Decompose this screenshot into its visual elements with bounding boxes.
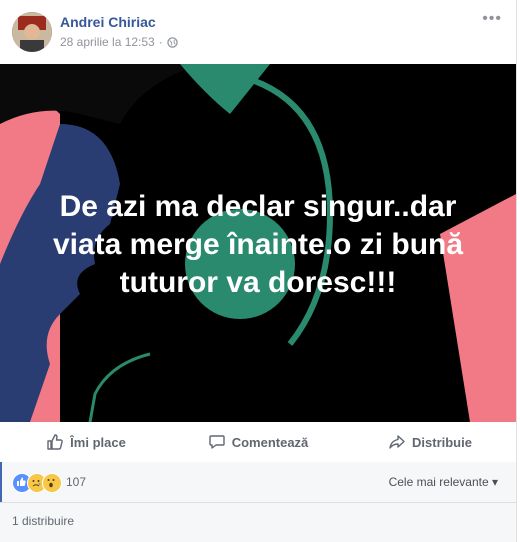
meta-separator: · [158, 35, 163, 49]
share-count[interactable]: 1 distribuire [12, 514, 74, 528]
comment-icon [209, 435, 225, 449]
post-date[interactable]: 28 aprilie la 12:53 [60, 35, 155, 49]
wow-icon [42, 473, 62, 493]
like-label: Îmi place [70, 434, 126, 450]
share-icon [389, 435, 405, 449]
action-bar: Îmi place Comentează Distribuie [0, 422, 516, 463]
share-label: Distribuie [412, 434, 472, 450]
post-header: Andrei Chiriac 28 aprilie la 12:53 · ••• [0, 0, 516, 64]
comment-button[interactable]: Comentează [172, 422, 344, 462]
post-meta: 28 aprilie la 12:53 · [60, 35, 178, 49]
post-quote-text: De azi ma declar singur..dar viata merge… [52, 190, 464, 299]
like-button[interactable]: Îmi place [0, 422, 172, 462]
author-name[interactable]: Andrei Chiriac [60, 14, 156, 30]
post-card: Andrei Chiriac 28 aprilie la 12:53 · •••… [0, 0, 517, 542]
sort-dropdown[interactable]: Cele mai relevante ▾ [389, 475, 498, 489]
comment-label: Comentează [231, 434, 309, 450]
shares-bar: 1 distribuire [0, 502, 516, 542]
reactions-bar: 107 Cele mai relevante ▾ [0, 462, 516, 502]
reaction-count[interactable]: 107 [66, 475, 86, 489]
post-image[interactable]: De azi ma declar singur..dar viata merge… [0, 64, 516, 422]
globe-icon[interactable] [167, 36, 178, 48]
share-button[interactable]: Distribuie [344, 422, 516, 462]
more-options-icon[interactable]: ••• [482, 10, 502, 28]
thumbs-up-icon [47, 434, 63, 450]
author-avatar[interactable] [12, 12, 52, 52]
reaction-icons[interactable] [12, 473, 62, 493]
